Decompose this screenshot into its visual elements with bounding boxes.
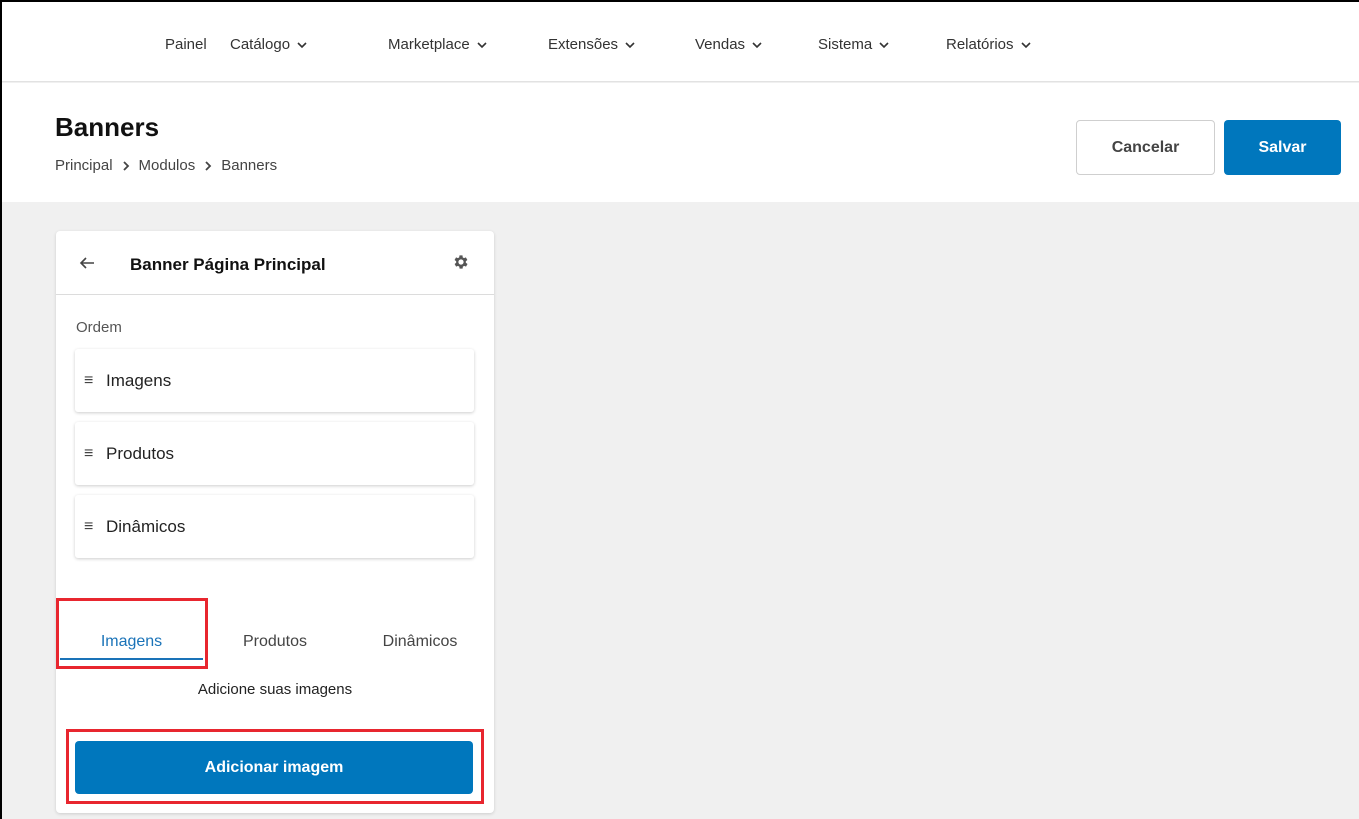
app-frame: Painel Catálogo Marketplace Extensões Ve… — [0, 0, 1359, 819]
chevron-right-icon — [122, 160, 129, 171]
chevron-down-icon — [625, 41, 635, 48]
nav-item-label: Extensões — [548, 36, 619, 53]
order-item-produtos[interactable]: ≡ Produtos — [75, 422, 474, 485]
card-title: Banner Página Principal — [130, 255, 326, 274]
chevron-right-icon — [205, 160, 212, 171]
drag-handle-icon[interactable]: ≡ — [84, 372, 100, 390]
chevron-down-icon — [1020, 41, 1031, 48]
nav-item-relatorios[interactable]: Relatórios — [946, 36, 1032, 53]
chevron-down-icon — [752, 41, 762, 48]
drag-handle-icon[interactable]: ≡ — [84, 445, 100, 463]
nav-item-extensoes[interactable]: Extensões — [548, 36, 636, 53]
page-title: Banners — [55, 112, 160, 142]
nav-item-marketplace[interactable]: Marketplace — [388, 36, 488, 53]
save-button[interactable]: Salvar — [1224, 120, 1341, 175]
drag-handle-icon[interactable]: ≡ — [84, 518, 100, 536]
tab-produtos[interactable]: Produtos — [206, 622, 344, 662]
chevron-down-icon — [879, 41, 889, 48]
gear-icon[interactable] — [452, 253, 470, 271]
breadcrumb: Principal Modulos Banners — [55, 157, 277, 174]
nav-item-label: Vendas — [695, 36, 746, 53]
tab-dinamicos[interactable]: Dinâmicos — [350, 622, 490, 662]
cancel-button[interactable]: Cancelar — [1076, 120, 1215, 175]
nav-item-sistema[interactable]: Sistema — [818, 36, 890, 53]
chevron-down-icon — [477, 41, 487, 48]
nav-item-label: Catálogo — [230, 36, 291, 53]
order-item-label: Dinâmicos — [106, 516, 186, 536]
order-item-label: Produtos — [106, 443, 175, 463]
nav-item-label: Relatórios — [946, 36, 1014, 53]
order-item-label: Imagens — [106, 370, 172, 390]
arrow-left-icon[interactable] — [78, 255, 96, 271]
order-item-dinamicos[interactable]: ≡ Dinâmicos — [75, 495, 474, 558]
breadcrumb-item-principal[interactable]: Principal — [55, 157, 113, 174]
breadcrumb-item-modulos[interactable]: Modulos — [139, 157, 196, 174]
order-item-imagens[interactable]: ≡ Imagens — [75, 349, 474, 412]
add-images-hint: Adicione suas imagens — [197, 681, 353, 698]
card-header: Banner Página Principal — [56, 231, 494, 295]
nav-item-label: Marketplace — [388, 36, 470, 53]
nav-item-label: Sistema — [818, 36, 873, 53]
nav-item-vendas[interactable]: Vendas — [695, 36, 763, 53]
top-navigation: Painel Catálogo Marketplace Extensões Ve… — [2, 2, 1359, 82]
banner-card: Banner Página Principal Ordem ≡ Imagens … — [56, 231, 494, 813]
nav-item-painel[interactable]: Painel — [165, 36, 207, 53]
highlight-box-tab — [56, 598, 208, 669]
nav-item-catalogo[interactable]: Catálogo — [230, 36, 308, 53]
nav-item-label: Painel — [165, 36, 207, 53]
page-header: Banners Principal Modulos Banners Cancel… — [2, 83, 1359, 202]
chevron-down-icon — [297, 41, 307, 48]
highlight-box-add-button — [66, 729, 484, 804]
breadcrumb-item-banners: Banners — [221, 157, 278, 174]
order-label: Ordem — [76, 319, 122, 336]
